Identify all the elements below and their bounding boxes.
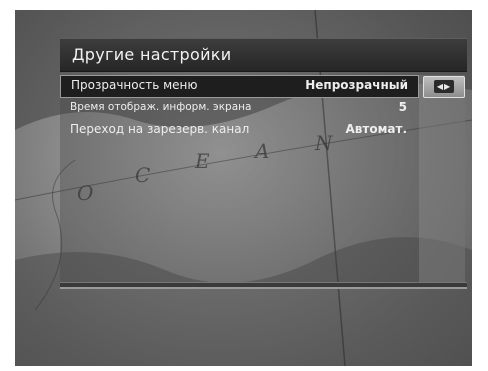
- setting-label: Прозрачность меню: [71, 78, 198, 92]
- setting-row-backup-channel[interactable]: Переход на зарезерв. канал Автомат.: [60, 120, 417, 140]
- menu-title: Другие настройки: [72, 45, 232, 64]
- setting-value: Автомат.: [345, 122, 408, 136]
- setting-value: Непрозрачный: [305, 78, 408, 92]
- setting-row-info-display-time[interactable]: Время отображ. информ. экрана 5: [60, 98, 417, 118]
- left-right-arrows-icon: ◀▶: [434, 80, 454, 93]
- adjust-value-button[interactable]: ◀▶: [423, 76, 465, 98]
- menu-title-bar: Другие настройки: [60, 38, 467, 72]
- value-adjust-column: [419, 75, 465, 285]
- setting-label: Переход на зарезерв. канал: [70, 122, 250, 136]
- setting-label: Время отображ. информ. экрана: [70, 101, 252, 113]
- setting-row-menu-transparency[interactable]: Прозрачность меню Непрозрачный: [60, 75, 419, 98]
- menu-bottom-shadow: [60, 287, 467, 289]
- setting-value: 5: [398, 100, 407, 114]
- tv-screen: O C E A N Другие настройки Прозрачность …: [15, 10, 472, 366]
